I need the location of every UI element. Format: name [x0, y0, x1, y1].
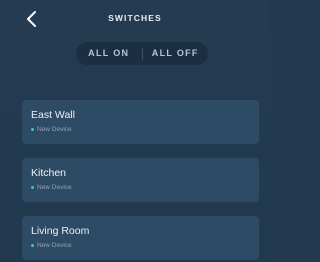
device-status-label: New Device	[37, 184, 72, 191]
device-status-label: New Device	[37, 126, 72, 133]
status-dot-icon	[31, 244, 34, 247]
status-dot-icon	[31, 128, 34, 131]
device-name: Living Room	[31, 225, 90, 237]
all-toggle-group: ALL ON ALL OFF	[76, 42, 208, 65]
all-off-button[interactable]: ALL OFF	[143, 42, 209, 65]
header: SWITCHES	[0, 0, 270, 38]
status-dot-icon	[31, 186, 34, 189]
device-status: New Device	[31, 126, 72, 133]
all-on-button[interactable]: ALL ON	[76, 42, 142, 65]
device-card-east-wall[interactable]: East Wall New Device	[22, 100, 259, 144]
device-name: East Wall	[31, 109, 75, 121]
device-list: East Wall New Device Kitchen New Device …	[22, 100, 259, 262]
device-status: New Device	[31, 242, 72, 249]
device-status: New Device	[31, 184, 72, 191]
device-card-kitchen[interactable]: Kitchen New Device	[22, 158, 259, 202]
device-status-label: New Device	[37, 242, 72, 249]
switches-screen: SWITCHES ALL ON ALL OFF East Wall New De…	[0, 0, 270, 262]
page-title: SWITCHES	[108, 13, 162, 23]
device-card-living-room[interactable]: Living Room New Device	[22, 216, 259, 260]
device-name: Kitchen	[31, 167, 67, 179]
